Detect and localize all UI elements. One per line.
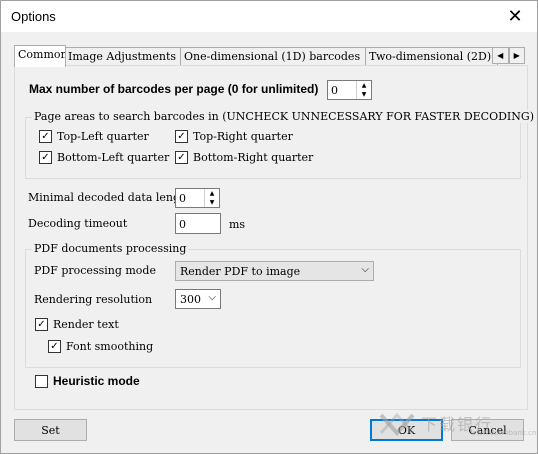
max-barcodes-value: 0 [331,84,338,97]
heuristic-mode-checkbox[interactable]: Heuristic mode [35,374,140,388]
page-areas-title: Page areas to search barcodes in (UNCHEC… [32,110,536,123]
options-dialog: Options ✕ Common Image Adjustments One-d… [0,0,538,454]
tab-scroll: ◀ ▶ [492,47,525,64]
timeout-input[interactable]: 0 [175,213,221,234]
checkbox-checked-icon: ✓ [39,151,52,164]
font-smoothing-checkbox[interactable]: ✓ Font smoothing [48,340,153,353]
tab-common[interactable]: Common [14,45,66,67]
checkbox-unchecked-icon [35,374,48,388]
render-resolution-value: 300 [180,293,201,306]
bottom-right-label: Bottom-Right quarter [193,151,314,164]
cancel-button[interactable]: Cancel [451,419,524,441]
pdf-mode-value: Render PDF to image [180,265,301,278]
render-text-checkbox[interactable]: ✓ Render text [35,318,119,331]
timeout-value: 0 [179,218,186,231]
render-resolution-select[interactable]: 300 ⌵ [175,289,221,309]
tab-2d-barcodes[interactable]: Two-dimensional (2D) [365,47,498,66]
max-barcodes-label: Max number of barcodes per page (0 for u… [29,82,319,96]
min-length-spinner[interactable]: 0 ▲ ▼ [175,188,220,208]
pdf-mode-select[interactable]: Render PDF to image ⌵ [175,261,374,281]
chevron-down-icon: ⌵ [361,264,369,275]
top-left-label: Top-Left quarter [57,130,149,143]
tab-strip: Common Image Adjustments One-dimensional… [14,45,524,67]
window-title: Options [11,9,56,24]
checkbox-checked-icon: ✓ [175,130,188,143]
ok-button[interactable]: OK [370,419,443,441]
page-areas-group [25,117,521,179]
spin-up-icon[interactable]: ▲ [205,189,219,198]
font-smoothing-label: Font smoothing [66,340,154,353]
top-right-checkbox[interactable]: ✓ Top-Right quarter [175,130,293,143]
bottom-left-checkbox[interactable]: ✓ Bottom-Left quarter [39,151,169,164]
timeout-label: Decoding timeout [28,217,128,230]
chevron-down-icon: ⌵ [208,292,216,303]
render-resolution-label: Rendering resolution [34,293,153,306]
max-barcodes-spinner[interactable]: 0 ▲ ▼ [327,80,372,100]
tab-scroll-right-icon[interactable]: ▶ [508,47,525,64]
top-left-checkbox[interactable]: ✓ Top-Left quarter [39,130,149,143]
checkbox-checked-icon: ✓ [48,340,61,353]
close-icon[interactable]: ✕ [493,1,537,32]
tab-scroll-left-icon[interactable]: ◀ [492,47,509,64]
bottom-right-checkbox[interactable]: ✓ Bottom-Right quarter [175,151,313,164]
min-length-value: 0 [179,192,186,205]
checkbox-checked-icon: ✓ [35,318,48,331]
pdf-mode-label: PDF processing mode [34,264,156,277]
checkbox-checked-icon: ✓ [175,151,188,164]
spin-down-icon[interactable]: ▼ [357,90,371,99]
top-right-label: Top-Right quarter [193,130,293,143]
pdf-group-title: PDF documents processing [32,242,189,255]
timeout-unit: ms [229,218,246,231]
min-length-label: Minimal decoded data leng [28,191,181,204]
spin-down-icon[interactable]: ▼ [205,198,219,207]
tab-image-adjustments[interactable]: Image Adjustments [64,47,182,66]
render-text-label: Render text [53,318,119,331]
title-bar: Options ✕ [1,1,537,32]
common-tab-panel: Max number of barcodes per page (0 for u… [14,65,536,410]
set-button[interactable]: Set [14,419,87,441]
checkbox-checked-icon: ✓ [39,130,52,143]
spin-up-icon[interactable]: ▲ [357,81,371,90]
heuristic-mode-label: Heuristic mode [53,374,140,388]
tab-1d-barcodes[interactable]: One-dimensional (1D) barcodes [180,47,371,66]
bottom-left-label: Bottom-Left quarter [57,151,170,164]
